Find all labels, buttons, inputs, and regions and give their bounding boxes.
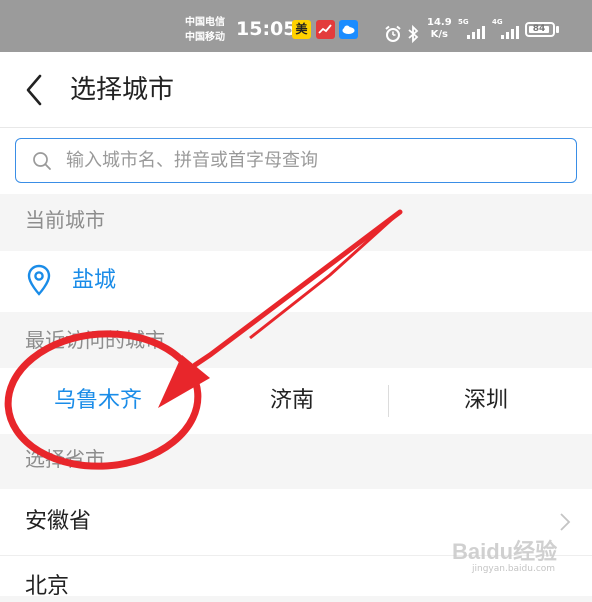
search-bar: 输入城市名、拼音或首字母查询: [0, 128, 592, 194]
current-city-row[interactable]: 盐城: [0, 251, 592, 312]
bluetooth-icon: [408, 24, 419, 44]
header: 选择城市: [0, 52, 592, 128]
carrier-1: 中国电信: [185, 17, 225, 28]
search-placeholder: 输入城市名、拼音或首字母查询: [66, 150, 318, 171]
recent-cities-row: 乌鲁木齐 济南 深圳: [0, 368, 592, 434]
battery-level: 84: [529, 25, 549, 34]
recent-city-shenzhen[interactable]: 深圳: [388, 368, 584, 434]
network-speed-unit: K/s: [430, 29, 449, 40]
signal-2-tag: 4G: [492, 18, 503, 26]
watermark-url: jingyan.baidu.com: [472, 564, 556, 574]
watermark: Baidu经验 jingyan.baidu.com: [452, 532, 592, 589]
location-pin-icon: [27, 264, 51, 296]
back-button[interactable]: [18, 70, 52, 110]
status-bar: 中国电信 中国移动 15:05 美 14.9 K/s 5G 4G 84: [0, 0, 592, 52]
page-title: 选择城市: [70, 75, 175, 105]
carrier-2: 中国移动: [185, 32, 225, 43]
battery-icon: 84: [525, 22, 555, 37]
network-speed: 14.9 K/s: [427, 17, 452, 41]
signal-1-tag: 5G: [458, 18, 469, 26]
search-icon: [33, 152, 51, 170]
meituan-icon: 美: [292, 20, 311, 39]
section-title-provinces: 选择省市: [25, 447, 105, 471]
watermark-brand: Baidu经验: [452, 539, 558, 564]
chevron-right-icon: [560, 513, 571, 531]
section-title-recent: 最近访问的城市: [25, 328, 165, 352]
province-name: 北京: [25, 574, 70, 599]
status-time: 15:05: [236, 18, 297, 40]
recent-city-jinan[interactable]: 济南: [194, 368, 390, 434]
cloud-icon: [339, 20, 358, 39]
search-input[interactable]: 输入城市名、拼音或首字母查询: [15, 138, 577, 183]
alarm-icon: [385, 25, 401, 42]
recent-city-urumqi[interactable]: 乌鲁木齐: [0, 368, 196, 434]
chart-icon: [316, 20, 335, 39]
battery-tip: [556, 26, 559, 33]
current-city-name: 盐城: [72, 268, 117, 293]
section-title-current-city: 当前城市: [25, 208, 105, 232]
network-speed-value: 14.9: [427, 17, 452, 28]
province-name: 安徽省: [25, 509, 92, 534]
chevron-left-icon: [26, 74, 42, 106]
carrier-labels: 中国电信 中国移动: [185, 15, 235, 45]
